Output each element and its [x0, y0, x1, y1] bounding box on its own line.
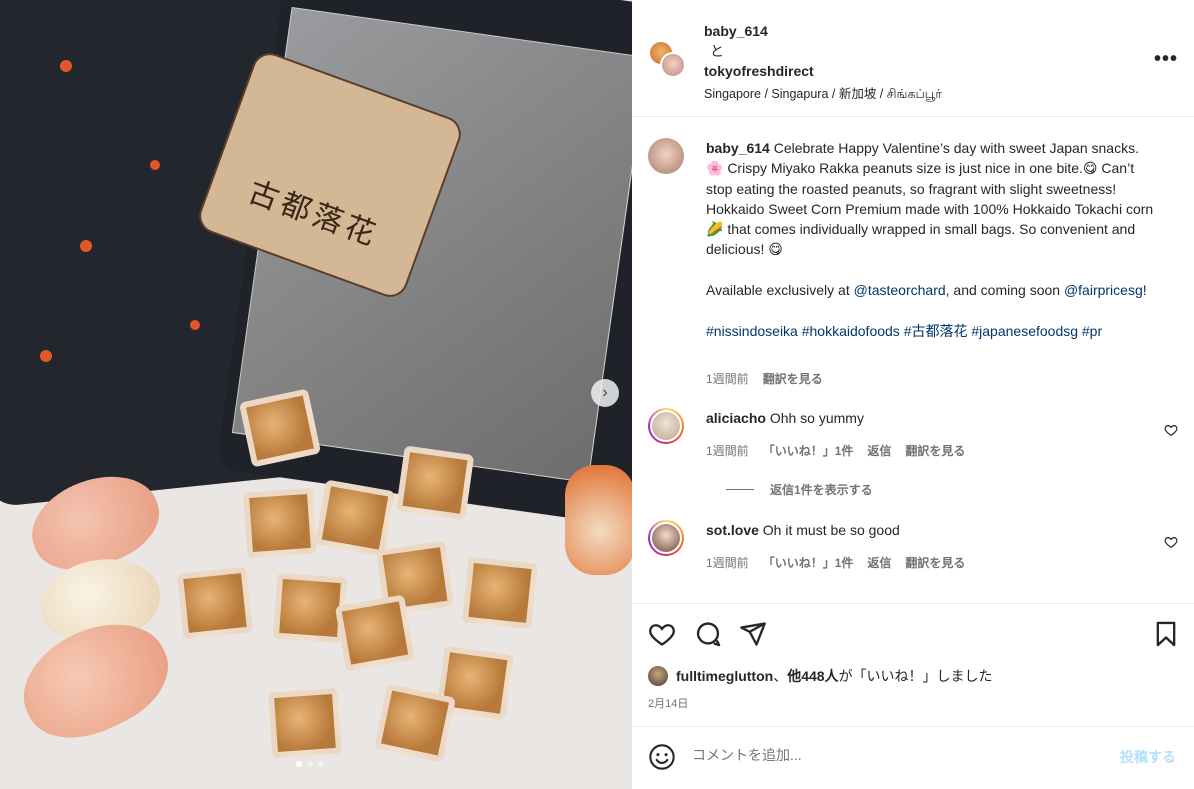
snack-piece — [267, 687, 343, 759]
liker-username[interactable]: fulltimeglutton — [676, 668, 773, 684]
heart-icon[interactable] — [1164, 535, 1178, 549]
translate-link[interactable]: 翻訳を見る — [763, 370, 823, 387]
comments-list[interactable]: baby_614 Celebrate Happy Valentine’s day… — [632, 118, 1194, 602]
likes-separator: 、 — [773, 668, 788, 684]
snack-piece — [395, 445, 475, 521]
bookmark-icon[interactable] — [1152, 620, 1180, 648]
comment-time[interactable]: 1週間前 — [706, 442, 749, 459]
caption-body: baby_614 Celebrate Happy Valentine’s day… — [706, 138, 1158, 341]
post-image[interactable]: 古都落花 › — [0, 0, 632, 789]
comment-input[interactable] — [692, 747, 1092, 763]
avatar-image — [650, 410, 682, 442]
chevron-right-icon: › — [602, 384, 608, 401]
author-username[interactable]: baby_614 — [704, 21, 814, 41]
post-detail-panel: baby_614 と tokyofreshdirect Singapore / … — [632, 0, 1194, 789]
collab-username[interactable]: tokyofreshdirect — [704, 61, 814, 81]
hashtags[interactable]: #nissindoseika #hokkaidofoods #古都落花 #jap… — [706, 323, 1102, 339]
comment-username[interactable]: aliciacho — [706, 410, 766, 426]
comment-meta: 1週間前 「いいね！」1件 返信 翻訳を見る — [706, 554, 965, 571]
comment-meta: 1週間前 「いいね！」1件 返信 翻訳を見る — [706, 442, 965, 459]
comment-text: Ohh so yummy — [769, 410, 864, 426]
post-location[interactable]: Singapore / Singapura / 新加坡 / சிங்கப்பூர… — [704, 83, 942, 103]
carousel-next-button[interactable]: › — [591, 379, 619, 407]
bag-decoration — [190, 320, 200, 330]
add-comment-bar: 投稿する — [632, 726, 1194, 789]
heart-icon[interactable] — [1164, 423, 1178, 437]
bag-decoration — [40, 350, 52, 362]
package-label-text: 古都落花 — [243, 174, 384, 254]
carousel-dots — [296, 761, 324, 767]
view-replies-button[interactable]: 返信1件を表示する — [726, 481, 873, 498]
reply-button[interactable]: 返信 — [867, 442, 891, 459]
caption-text: , and coming soon — [945, 282, 1064, 299]
bag-decoration — [60, 60, 72, 72]
divider — [726, 489, 754, 490]
snack-piece — [461, 556, 539, 630]
emoji-icon[interactable] — [648, 743, 676, 771]
translate-link[interactable]: 翻訳を見る — [905, 442, 965, 459]
avatar-image — [650, 522, 682, 554]
avatar — [648, 666, 668, 686]
share-icon[interactable] — [739, 620, 767, 648]
comment-time[interactable]: 1週間前 — [706, 554, 749, 571]
and-text: と — [710, 43, 724, 59]
snack-piece — [314, 479, 396, 557]
post-authors: baby_614 と tokyofreshdirect — [704, 21, 814, 81]
comment-text: Oh it must be so good — [762, 522, 900, 538]
caption-text: Celebrate Happy Valentine’s day with swe… — [706, 140, 1154, 258]
reply-button[interactable]: 返信 — [867, 554, 891, 571]
snack-piece — [176, 566, 254, 640]
mention-link[interactable]: @fairpricesg — [1064, 282, 1143, 298]
bag-decoration — [80, 240, 92, 252]
carousel-dot — [307, 761, 313, 767]
carousel-dot — [318, 761, 324, 767]
comment-likes[interactable]: 「いいね！」1件 — [763, 554, 854, 571]
comment-icon[interactable] — [694, 620, 722, 648]
caption-text: Available exclusively at — [706, 282, 854, 299]
tulip-flower — [5, 602, 185, 758]
snack-piece — [334, 594, 416, 672]
likes-summary[interactable]: fulltimeglutton、他448人が「いいね！」しました — [648, 666, 993, 686]
post-date[interactable]: 2月14日 — [648, 695, 688, 711]
likes-suffix: が「いいね！」しました — [838, 668, 993, 684]
action-bar — [632, 603, 1194, 663]
post-header: baby_614 と tokyofreshdirect Singapore / … — [632, 0, 1194, 117]
post-comment-button[interactable]: 投稿する — [1120, 747, 1176, 767]
mention-link[interactable]: @tasteorchard — [854, 282, 946, 298]
caption-meta: 1週間前 翻訳を見る — [706, 370, 823, 387]
view-replies-label: 返信1件を表示する — [770, 483, 873, 497]
snack-piece — [242, 487, 318, 559]
comment-body: aliciacho Ohh so yummy — [706, 408, 1158, 428]
bag-decoration — [150, 160, 160, 170]
caption-text: ! — [1142, 282, 1147, 299]
snack-piece — [373, 683, 457, 763]
comment-username[interactable]: sot.love — [706, 522, 759, 538]
collab-avatars[interactable] — [648, 40, 692, 84]
caption-username[interactable]: baby_614 — [706, 140, 770, 156]
comment-body: sot.love Oh it must be so good — [706, 520, 1158, 540]
more-horizontal-icon[interactable]: ••• — [1154, 48, 1178, 71]
avatar[interactable] — [648, 138, 684, 174]
comment-likes[interactable]: 「いいね！」1件 — [763, 442, 854, 459]
translate-link[interactable]: 翻訳を見る — [905, 554, 965, 571]
caption-time[interactable]: 1週間前 — [706, 370, 749, 387]
avatar[interactable] — [648, 520, 684, 556]
avatar — [660, 52, 686, 78]
like-heart-icon[interactable] — [648, 620, 676, 648]
likes-count[interactable]: 他448人 — [787, 668, 838, 684]
avatar[interactable] — [648, 408, 684, 444]
toy-figure — [565, 465, 632, 575]
carousel-dot — [296, 761, 302, 767]
